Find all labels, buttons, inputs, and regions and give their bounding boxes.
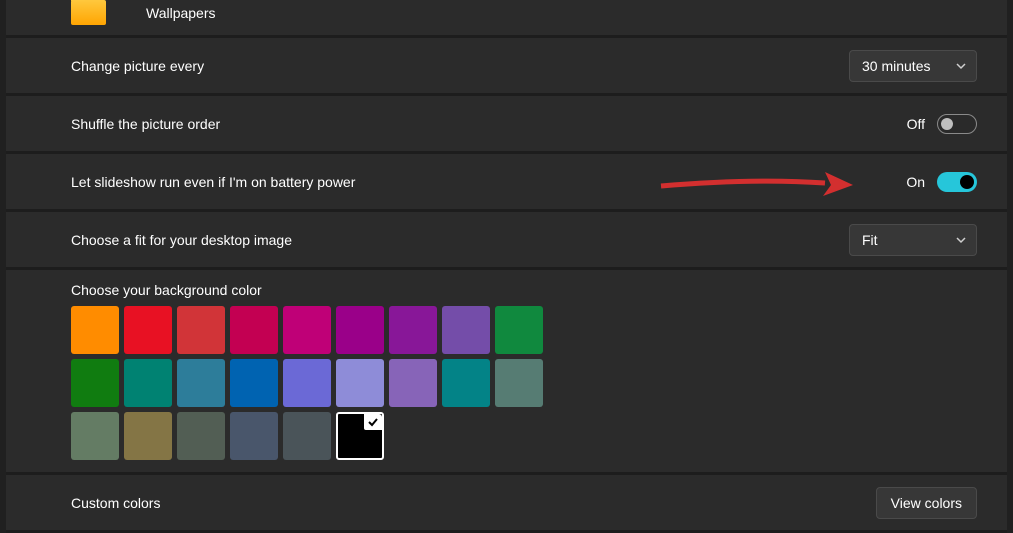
color-swatch[interactable] [124,359,172,407]
album-name: Wallpapers [146,5,216,21]
color-swatch[interactable] [442,359,490,407]
color-swatch[interactable] [283,359,331,407]
color-swatch[interactable] [230,306,278,354]
color-swatch[interactable] [124,412,172,460]
background-color-section: Choose your background color [6,270,1007,475]
color-swatch[interactable] [71,359,119,407]
custom-colors-row: Custom colors View colors [6,475,1007,533]
change-picture-every-value: 30 minutes [862,58,930,74]
battery-row: Let slideshow run even if I'm on battery… [6,154,1007,212]
change-picture-every-dropdown[interactable]: 30 minutes [849,50,977,82]
check-icon [364,414,382,430]
color-swatch[interactable] [230,359,278,407]
shuffle-label: Shuffle the picture order [71,116,220,132]
shuffle-toggle[interactable] [937,114,977,134]
battery-state: On [906,174,925,190]
folder-icon [71,0,106,25]
fit-row: Choose a fit for your desktop image Fit [6,212,1007,270]
color-swatch[interactable] [177,306,225,354]
color-swatch[interactable] [124,306,172,354]
annotation-arrow [653,166,853,204]
color-swatch[interactable] [177,359,225,407]
view-colors-label: View colors [891,495,962,511]
chevron-down-icon [956,235,966,245]
color-swatch[interactable] [177,412,225,460]
battery-label: Let slideshow run even if I'm on battery… [71,174,355,190]
color-swatch[interactable] [495,306,543,354]
fit-label: Choose a fit for your desktop image [71,232,292,248]
custom-colors-label: Custom colors [71,495,160,511]
color-swatch[interactable] [283,412,331,460]
color-swatch[interactable] [71,412,119,460]
change-picture-every-row: Change picture every 30 minutes [6,38,1007,96]
color-swatch[interactable] [389,359,437,407]
chevron-down-icon [956,61,966,71]
view-colors-button[interactable]: View colors [876,487,977,519]
color-swatch[interactable] [389,306,437,354]
fit-dropdown[interactable]: Fit [849,224,977,256]
shuffle-state: Off [907,116,925,132]
color-swatch[interactable] [230,412,278,460]
color-swatch[interactable] [71,306,119,354]
background-color-heading: Choose your background color [71,282,262,298]
color-swatch[interactable] [283,306,331,354]
album-row: Wallpapers [6,0,1007,38]
color-swatch[interactable] [336,359,384,407]
color-swatch[interactable] [336,412,384,460]
fit-value: Fit [862,232,878,248]
shuffle-row: Shuffle the picture order Off [6,96,1007,154]
battery-toggle[interactable] [937,172,977,192]
color-swatch[interactable] [495,359,543,407]
change-picture-every-label: Change picture every [71,58,204,74]
color-swatch[interactable] [442,306,490,354]
color-swatch[interactable] [336,306,384,354]
color-grid [71,306,977,460]
